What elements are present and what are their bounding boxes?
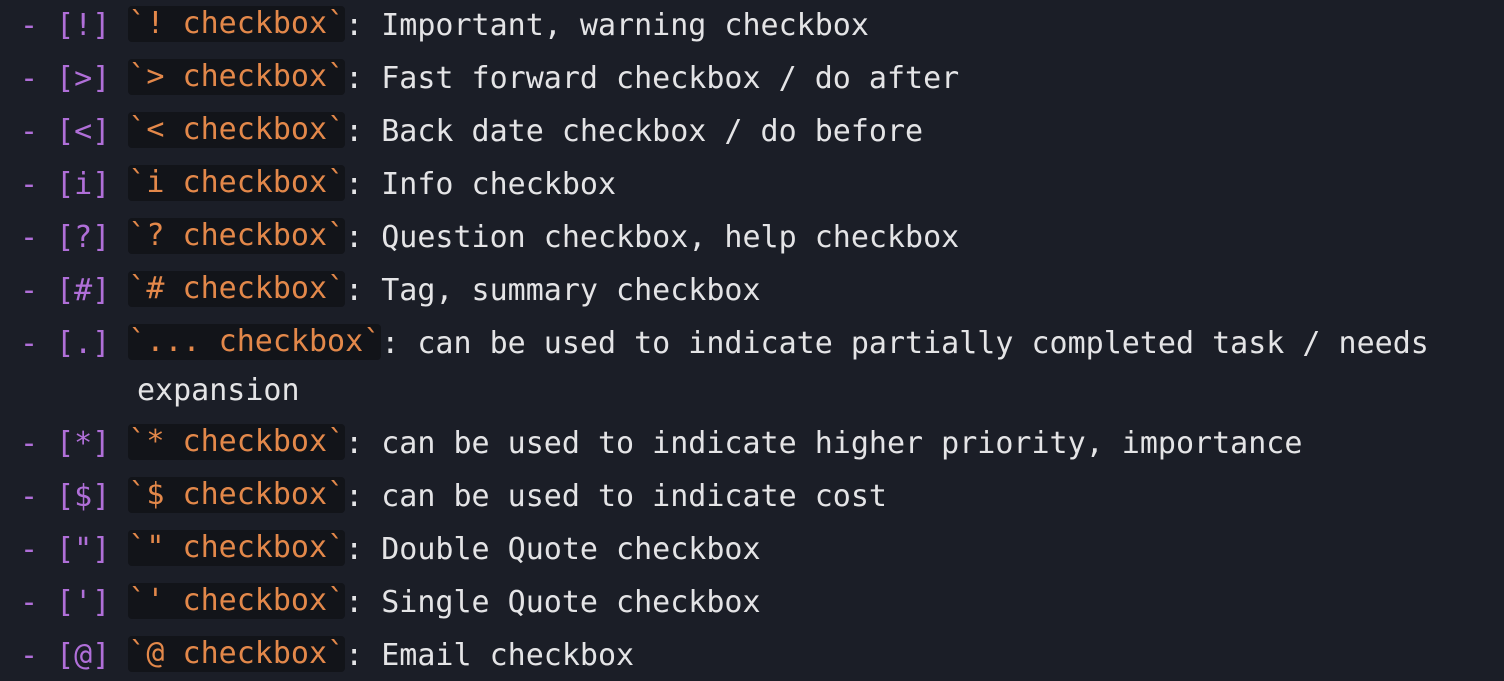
checkbox-marker[interactable]: [?] [56,220,110,255]
list-item-text: : Double Quote checkbox [345,532,761,567]
list-item-continuation[interactable]: expansion [0,371,1504,411]
inline-code: `! checkbox` [128,6,346,42]
inline-code: `* checkbox` [128,424,346,460]
checkbox-marker[interactable]: [#] [56,273,110,308]
list-item-text: : Single Quote checkbox [345,585,761,620]
list-item-text: : Back date checkbox / do before [345,114,924,149]
list-item[interactable]: - [i] `i checkbox`: Info checkbox [0,165,1504,205]
inline-code: `? checkbox` [128,218,346,254]
list-item[interactable]: - [*] `* checkbox`: can be used to indic… [0,424,1504,464]
inline-code: `i checkbox` [128,165,346,201]
list-item[interactable]: - [<] `< checkbox`: Back date checkbox /… [0,112,1504,152]
markdown-editor[interactable]: - [!] `! checkbox`: Important, warning c… [0,0,1504,681]
checkbox-marker[interactable]: [i] [56,167,110,202]
inline-code: `> checkbox` [128,59,346,95]
list-bullet: - [20,8,39,43]
list-bullet: - [20,585,39,620]
list-item[interactable]: - [$] `$ checkbox`: can be used to indic… [0,477,1504,517]
list-bullet: - [20,326,39,361]
list-item[interactable]: - [?] `? checkbox`: Question checkbox, h… [0,218,1504,258]
inline-code: `' checkbox` [128,583,346,619]
list-bullet: - [20,167,39,202]
inline-code: `$ checkbox` [128,477,346,513]
list-item[interactable]: - [>] `> checkbox`: Fast forward checkbo… [0,59,1504,99]
list-bullet: - [20,532,39,567]
inline-code: `@ checkbox` [128,636,346,672]
inline-code: `... checkbox` [128,324,382,360]
list-item-text: : Question checkbox, help checkbox [345,220,960,255]
inline-code: `" checkbox` [128,530,346,566]
checkbox-marker[interactable]: [>] [56,61,110,96]
list-item[interactable]: - ['] `' checkbox`: Single Quote checkbo… [0,583,1504,623]
checkbox-marker[interactable]: [$] [56,479,110,514]
list-item-text: : Info checkbox [345,167,617,202]
list-bullet: - [20,220,39,255]
inline-code: `# checkbox` [128,271,346,307]
list-item[interactable]: - [@] `@ checkbox`: Email checkbox [0,636,1504,676]
checkbox-marker[interactable]: [!] [56,8,110,43]
checkbox-marker[interactable]: [.] [56,326,110,361]
list-bullet: - [20,273,39,308]
list-item-text: : can be used to indicate cost [345,479,887,514]
list-item-text-wrapped: expansion [137,373,300,408]
checkbox-marker[interactable]: ["] [56,532,110,567]
list-item[interactable]: - [.] `... checkbox`: can be used to ind… [0,324,1504,364]
list-item-text: : can be used to indicate partially comp… [381,326,1429,361]
list-bullet: - [20,114,39,149]
list-item[interactable]: - [#] `# checkbox`: Tag, summary checkbo… [0,271,1504,311]
list-bullet: - [20,479,39,514]
list-bullet: - [20,61,39,96]
list-item[interactable]: - [!] `! checkbox`: Important, warning c… [0,6,1504,46]
list-item-text: : can be used to indicate higher priorit… [345,426,1303,461]
list-item[interactable]: - ["] `" checkbox`: Double Quote checkbo… [0,530,1504,570]
checkbox-marker[interactable]: [<] [56,114,110,149]
checkbox-marker[interactable]: ['] [56,585,110,620]
list-item-text: : Important, warning checkbox [345,8,869,43]
list-item-text: : Fast forward checkbox / do after [345,61,960,96]
checkbox-marker[interactable]: [@] [56,638,110,673]
list-item-text: : Email checkbox [345,638,635,673]
list-bullet: - [20,638,39,673]
inline-code: `< checkbox` [128,112,346,148]
list-bullet: - [20,426,39,461]
list-item-text: : Tag, summary checkbox [345,273,761,308]
checkbox-marker[interactable]: [*] [56,426,110,461]
